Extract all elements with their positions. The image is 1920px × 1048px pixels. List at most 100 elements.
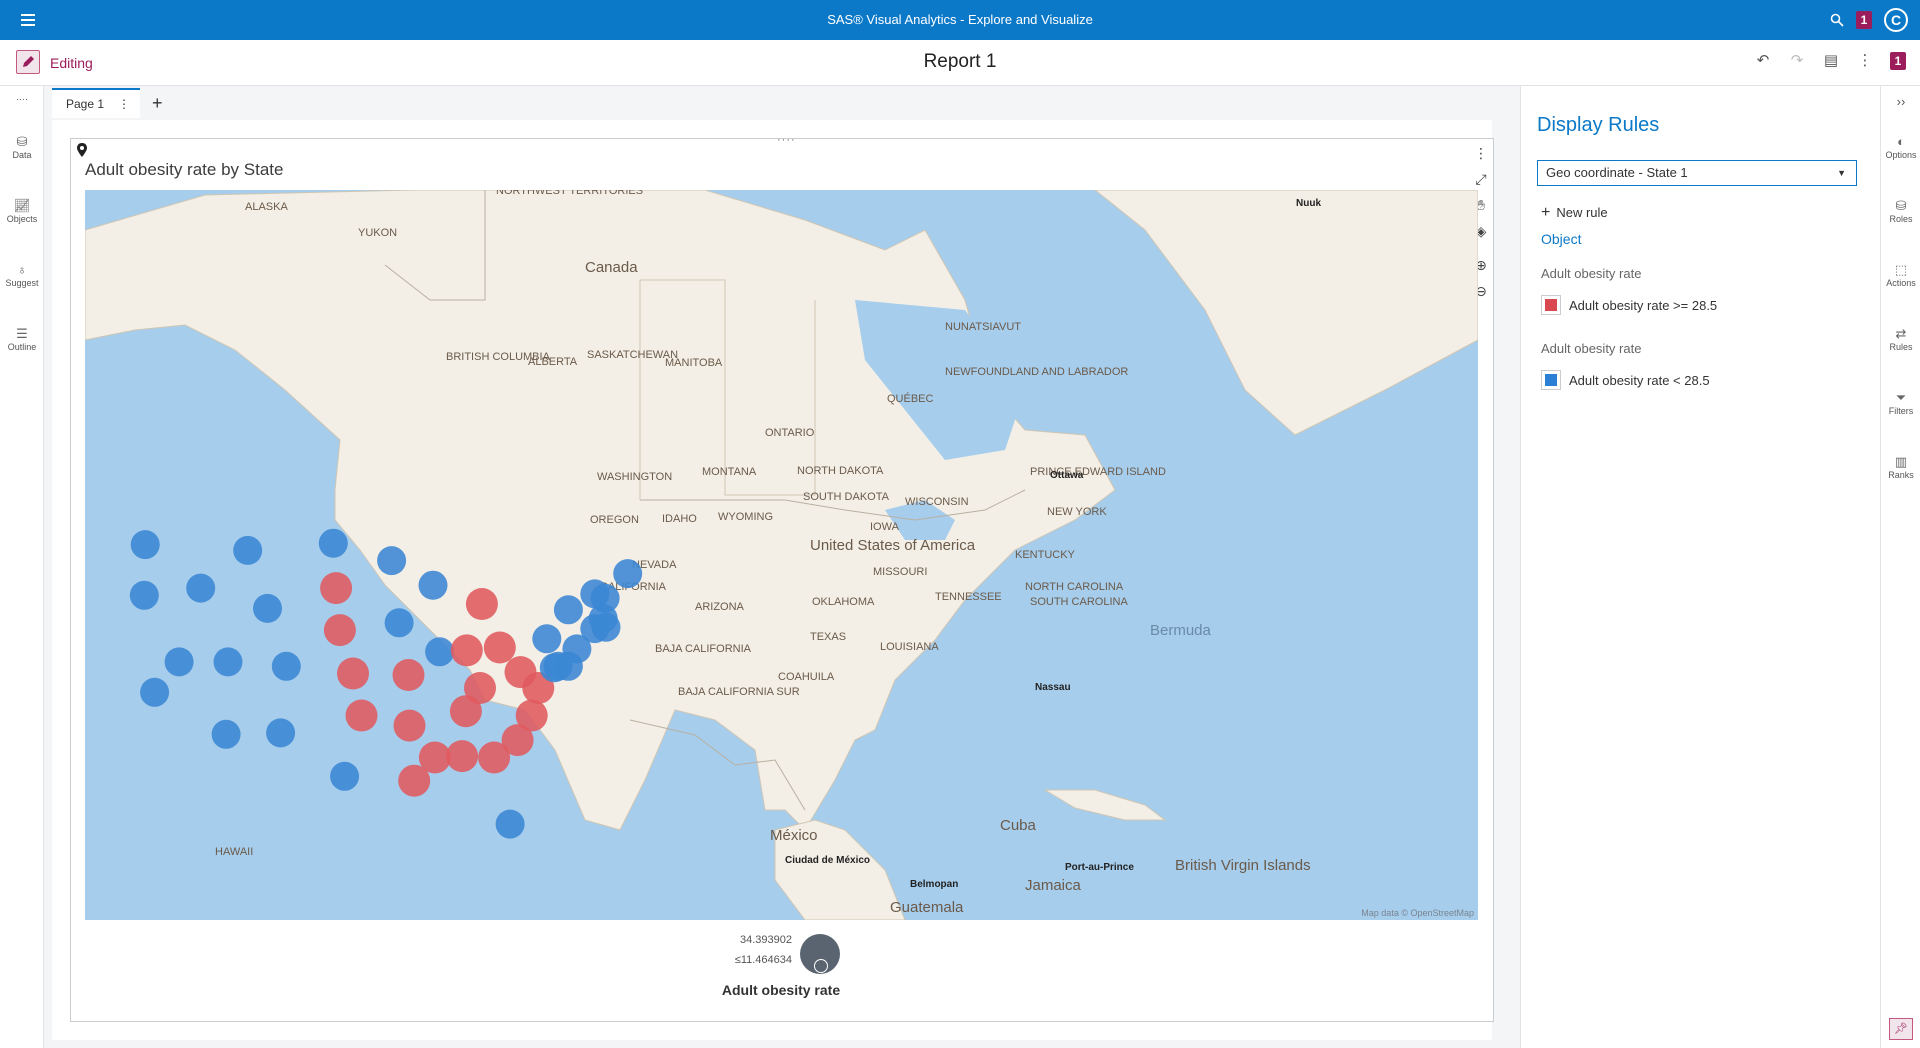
map-bubble[interactable] — [337, 657, 369, 690]
avatar[interactable]: C — [1884, 8, 1908, 32]
map-bubble[interactable] — [323, 614, 356, 647]
nav-suggest[interactable]: ♁ Suggest — [0, 262, 44, 288]
pin-icon[interactable]: 📌︎ — [1889, 1018, 1913, 1040]
map-bubble[interactable] — [271, 651, 301, 681]
map-label-sc: SOUTH CAROLINA — [1030, 596, 1128, 608]
map-bubble[interactable] — [392, 659, 425, 691]
object-menu-icon[interactable]: ⋮ — [1470, 140, 1492, 166]
report-toolbar: Editing Report 1 ↶ ↷ ▤ ⋮ 1 — [0, 40, 1920, 86]
roles-icon: ⛁ — [1895, 198, 1907, 213]
map-label-oregon: OREGON — [590, 514, 639, 526]
legend-small-bubble — [814, 959, 828, 973]
nav-data[interactable]: ⛁ Data — [0, 134, 44, 160]
map-label-guatemala: Guatemala — [890, 899, 964, 916]
map-bubble[interactable] — [539, 653, 569, 683]
map-bubble[interactable] — [393, 709, 426, 742]
map-label-bermuda: Bermuda — [1150, 622, 1212, 639]
tab-page-1[interactable]: Page 1 ⋮ — [52, 88, 141, 118]
redo-icon[interactable]: ↷ — [1788, 52, 1806, 70]
map-bubble[interactable] — [450, 634, 483, 667]
database-icon: ⛁ — [16, 134, 28, 149]
map-label-nl: NEWFOUNDLAND AND LABRADOR — [945, 366, 1128, 378]
nav-objects[interactable]: 📈︎ Objects — [0, 198, 44, 224]
rule-1-label: Adult obesity rate — [1541, 266, 1642, 281]
map-bubble[interactable] — [318, 528, 348, 558]
map-label-nwt: NORTHWEST TERRITORIES — [496, 190, 643, 197]
page-menu-icon[interactable]: ⋮ — [118, 90, 130, 118]
map-bubble[interactable] — [418, 570, 448, 600]
rule-2[interactable]: Adult obesity rate < 28.5 — [1541, 369, 1710, 391]
map-label-wisconsin: WISCONSIN — [905, 496, 969, 508]
map-bubble[interactable] — [320, 572, 353, 605]
nav-options[interactable]: ◐ Options — [1881, 134, 1920, 160]
report-title: Report 1 — [923, 51, 997, 72]
map-bubble[interactable] — [253, 593, 282, 623]
app-header: SAS® Visual Analytics - Explore and Visu… — [0, 0, 1920, 40]
map-bubble[interactable] — [515, 699, 548, 732]
map-label-nuuk: Nuuk — [1296, 198, 1321, 209]
map-label-mexico: México — [770, 827, 818, 844]
map-svg[interactable]: ALASKAYUKONNORTHWEST TERRITORIESCanadaBR… — [85, 190, 1478, 920]
report-badge[interactable]: 1 — [1890, 52, 1906, 70]
map-bubble[interactable] — [213, 647, 243, 677]
map-bubble[interactable] — [377, 546, 407, 576]
location-pin-icon[interactable] — [74, 142, 90, 160]
map-bubble[interactable] — [266, 718, 296, 748]
search-icon[interactable] — [1830, 13, 1844, 27]
map-bubble[interactable] — [613, 559, 643, 589]
map-attribution: Map data © OpenStreetMap — [1361, 908, 1474, 918]
rule-2-label: Adult obesity rate — [1541, 341, 1642, 356]
drag-handle-icon[interactable]: ···· — [777, 134, 796, 146]
map-bubble[interactable] — [483, 631, 516, 664]
save-icon[interactable]: ▤ — [1822, 52, 1840, 70]
map-bubble[interactable] — [495, 809, 525, 839]
map-bubble[interactable] — [129, 580, 159, 610]
map-label-portauprince: Port-au-Prince — [1065, 862, 1134, 873]
map-label-hawaii: HAWAII — [215, 846, 253, 858]
rule-1[interactable]: Adult obesity rate >= 28.5 — [1541, 294, 1717, 316]
map-bubble[interactable] — [465, 588, 498, 620]
legend-max-value: 34.393902 — [740, 934, 792, 946]
map-view[interactable]: ALASKA YUKON NORTHWEST TERRITORIES Canada BR… — [85, 190, 1478, 920]
map-label-cuba: Cuba — [1000, 817, 1037, 834]
map-label-nunatsiavut: NUNATSIAVUT — [945, 321, 1021, 333]
map-bubble[interactable] — [130, 530, 160, 560]
map-bubble[interactable] — [330, 761, 360, 791]
map-bubble[interactable] — [233, 535, 263, 565]
map-bubble[interactable] — [418, 741, 451, 774]
add-page-icon[interactable]: + — [152, 93, 163, 114]
map-label-baja: BAJA CALIFORNIA — [655, 643, 752, 655]
map-bubble[interactable] — [186, 573, 216, 603]
map-bubble[interactable] — [345, 699, 378, 732]
map-bubble[interactable] — [211, 719, 241, 749]
nav-roles[interactable]: ⛁ Roles — [1881, 198, 1920, 224]
map-bubble[interactable] — [425, 637, 455, 667]
map-bubble[interactable] — [553, 595, 583, 625]
maximize-icon[interactable]: ⤢ — [1470, 166, 1492, 192]
nav-filters[interactable]: ⏷ Filters — [1881, 390, 1920, 416]
object-link[interactable]: Object — [1541, 231, 1581, 247]
chart-icon: 📈︎ — [13, 198, 31, 213]
map-bubble[interactable] — [590, 583, 620, 613]
nav-actions[interactable]: ⬚ Actions — [1881, 262, 1920, 288]
notification-badge[interactable]: 1 — [1856, 11, 1872, 29]
filter-icon: ⏷ — [1895, 390, 1907, 405]
map-label-yukon: YUKON — [358, 227, 397, 239]
map-bubble[interactable] — [384, 608, 414, 638]
undo-icon[interactable]: ↶ — [1754, 52, 1772, 70]
map-bubble[interactable] — [164, 647, 194, 677]
map-bubble[interactable] — [532, 624, 562, 654]
map-bubble[interactable] — [446, 740, 479, 773]
new-rule-button[interactable]: + New rule — [1541, 204, 1608, 222]
more-options-icon[interactable]: ⋮ — [1856, 52, 1874, 70]
map-label-iowa: IOWA — [870, 521, 900, 533]
nav-outline[interactable]: ☰ Outline — [0, 326, 44, 352]
rule-target-select[interactable]: Geo coordinate - State 1 ▼ — [1537, 160, 1857, 186]
nav-rules[interactable]: ⇄ Rules — [1881, 326, 1920, 352]
collapse-panel-icon[interactable]: ›› — [1881, 94, 1920, 109]
map-bubble[interactable] — [140, 677, 170, 707]
map-label-coahuila: COAHUILA — [778, 671, 835, 683]
nav-ranks[interactable]: ▥ Ranks — [1881, 454, 1920, 480]
collapse-nav-icon[interactable]: ···· — [0, 94, 44, 104]
map-bubble[interactable] — [449, 695, 482, 728]
